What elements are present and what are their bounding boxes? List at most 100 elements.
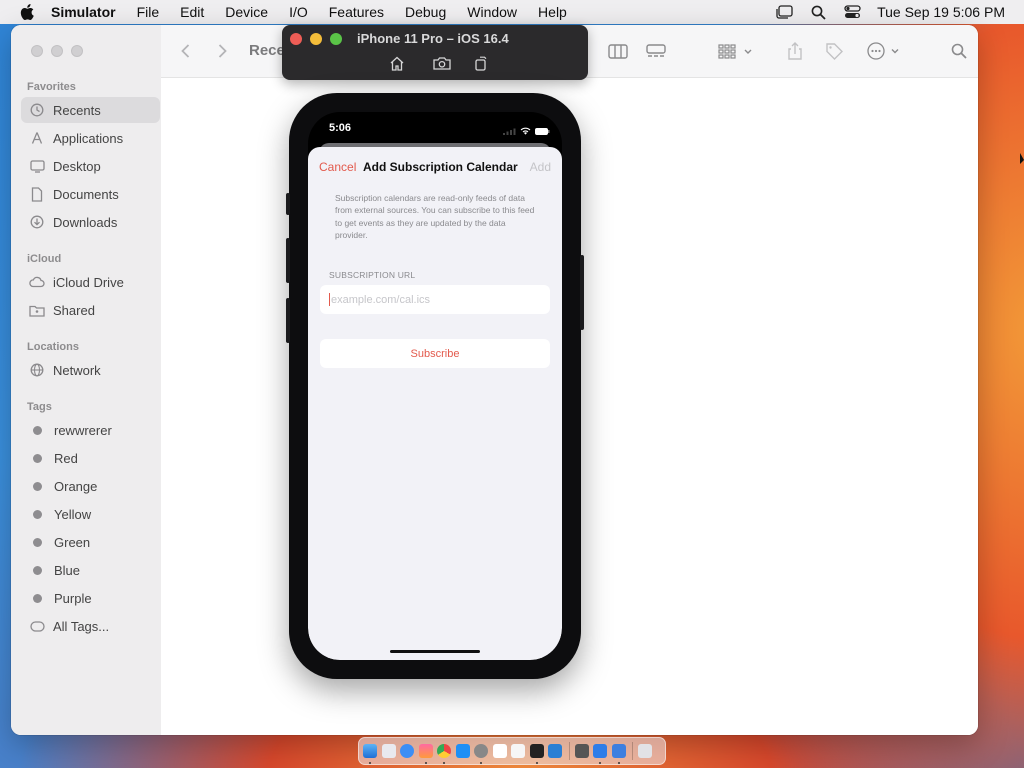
text-caret: [329, 293, 330, 306]
close-button[interactable]: [31, 45, 43, 57]
gallery-view-icon[interactable]: [646, 41, 666, 61]
apple-icon[interactable]: [17, 2, 37, 22]
subscription-url-input[interactable]: [331, 293, 531, 306]
spotlight-search-icon[interactable]: [809, 4, 827, 20]
menu-edit[interactable]: Edit: [180, 4, 204, 20]
subscription-url-field[interactable]: [320, 285, 550, 314]
menu-debug[interactable]: Debug: [405, 4, 446, 20]
sidebar-item-downloads[interactable]: Downloads: [21, 209, 160, 235]
volume-up-button: [286, 238, 290, 283]
menu-help[interactable]: Help: [538, 4, 567, 20]
simulator-close-button[interactable]: [290, 33, 302, 45]
sidebar-item-documents[interactable]: Documents: [21, 181, 160, 207]
dock-vscode-icon[interactable]: [548, 744, 562, 758]
finder-sidebar: Favorites Recents Applications Desktop D…: [11, 25, 162, 735]
stage-manager-icon[interactable]: [775, 4, 793, 20]
minimize-button[interactable]: [51, 45, 63, 57]
sidebar-item-applications[interactable]: Applications: [21, 125, 160, 151]
wifi-icon: [520, 122, 531, 140]
dock-recent-app-icon[interactable]: [574, 744, 589, 758]
sidebar-item-recents[interactable]: Recents: [21, 97, 160, 123]
subscription-description: Subscription calendars are read-only fee…: [335, 193, 535, 240]
menu-window[interactable]: Window: [467, 4, 517, 20]
tag-dot-icon: [33, 593, 42, 603]
menu-bar-clock[interactable]: Tue Sep 19 5:06 PM: [877, 4, 1005, 20]
dock-notes-icon[interactable]: [511, 744, 525, 758]
sidebar-tag-rewwrerer[interactable]: rewwrerer: [21, 417, 160, 443]
iphone-screen: 5:06 Cancel Add Subscription Calendar Ad…: [308, 112, 562, 660]
menu-bar: Simulator File Edit Device I/O Features …: [0, 0, 1024, 24]
rotate-icon[interactable]: [472, 54, 490, 72]
tag-dot-icon: [33, 509, 42, 519]
sidebar-tag-red[interactable]: Red: [21, 445, 160, 471]
dock: [358, 737, 666, 765]
cancel-button[interactable]: Cancel: [319, 160, 356, 174]
sidebar-item-label: Yellow: [54, 506, 92, 522]
tag-dot-icon: [33, 565, 42, 575]
sidebar-item-network[interactable]: Network: [21, 357, 160, 383]
add-button[interactable]: Add: [530, 160, 551, 174]
all-tags-icon: [29, 618, 45, 634]
dock-app-store-icon[interactable]: [455, 744, 470, 758]
dock-finder-icon[interactable]: [363, 744, 377, 764]
status-bar-icons: [503, 122, 550, 140]
sidebar-item-label: rewwrerer: [54, 422, 112, 438]
dock-safari-icon[interactable]: [400, 744, 414, 758]
icloud-section-title: iCloud: [27, 253, 62, 265]
dock-system-settings-icon[interactable]: [474, 744, 488, 764]
sidebar-item-label: Applications: [53, 130, 124, 146]
sidebar-item-label: Documents: [53, 186, 119, 202]
share-icon[interactable]: [787, 41, 803, 61]
home-indicator[interactable]: [390, 650, 480, 653]
zoom-button[interactable]: [71, 45, 83, 57]
tags-section-title: Tags: [27, 401, 52, 413]
sidebar-tag-purple[interactable]: Purple: [21, 585, 160, 611]
more-actions-icon[interactable]: [867, 41, 903, 61]
back-chevron-icon[interactable]: [181, 41, 190, 61]
column-view-icon[interactable]: [608, 41, 628, 61]
desktop-icon: [29, 158, 45, 174]
menu-features[interactable]: Features: [329, 4, 384, 20]
simulator-title: iPhone 11 Pro – iOS 16.4: [357, 31, 509, 46]
sidebar-all-tags[interactable]: All Tags...: [21, 613, 160, 639]
favorites-section-title: Favorites: [27, 81, 76, 93]
sidebar-item-label: Downloads: [53, 214, 118, 230]
dock-calendar-icon[interactable]: [492, 744, 507, 758]
cellular-signal-icon: [503, 122, 517, 140]
control-center-icon[interactable]: [843, 4, 861, 20]
group-by-icon[interactable]: [718, 41, 754, 61]
volume-down-button: [286, 298, 290, 343]
screenshot-icon[interactable]: [433, 54, 451, 72]
sidebar-item-label: Recents: [53, 102, 101, 118]
sidebar-tag-orange[interactable]: Orange: [21, 473, 160, 499]
dock-chrome-icon[interactable]: [437, 744, 451, 764]
search-icon[interactable]: [951, 41, 967, 61]
sidebar-item-label: Desktop: [53, 158, 101, 174]
menu-device[interactable]: Device: [225, 4, 268, 20]
iphone-device: 5:06 Cancel Add Subscription Calendar Ad…: [286, 93, 584, 679]
dock-photos-icon[interactable]: [418, 744, 433, 764]
menu-app-simulator[interactable]: Simulator: [51, 4, 116, 20]
dock-xcode-icon[interactable]: [593, 744, 607, 764]
sidebar-item-icloud-drive[interactable]: iCloud Drive: [21, 269, 160, 295]
dock-separator: [568, 742, 570, 760]
sidebar-tag-green[interactable]: Green: [21, 529, 160, 555]
forward-chevron-icon[interactable]: [218, 41, 227, 61]
menu-file[interactable]: File: [137, 4, 160, 20]
dock-trash-icon[interactable]: [638, 744, 652, 758]
home-icon[interactable]: [388, 54, 406, 72]
tag-icon[interactable]: [825, 41, 843, 61]
dock-simulator-icon[interactable]: [611, 744, 626, 764]
sidebar-item-desktop[interactable]: Desktop: [21, 153, 160, 179]
sidebar-tag-blue[interactable]: Blue: [21, 557, 160, 583]
tag-dot-icon: [33, 537, 42, 547]
sidebar-item-shared[interactable]: Shared: [21, 297, 160, 323]
shared-folder-icon: [29, 302, 45, 318]
sidebar-tag-yellow[interactable]: Yellow: [21, 501, 160, 527]
dock-launchpad-icon[interactable]: [381, 744, 396, 758]
simulator-minimize-button[interactable]: [310, 33, 322, 45]
subscribe-button[interactable]: Subscribe: [320, 339, 550, 368]
simulator-zoom-button[interactable]: [330, 33, 342, 45]
dock-terminal-icon[interactable]: [529, 744, 544, 764]
menu-io[interactable]: I/O: [289, 4, 308, 20]
